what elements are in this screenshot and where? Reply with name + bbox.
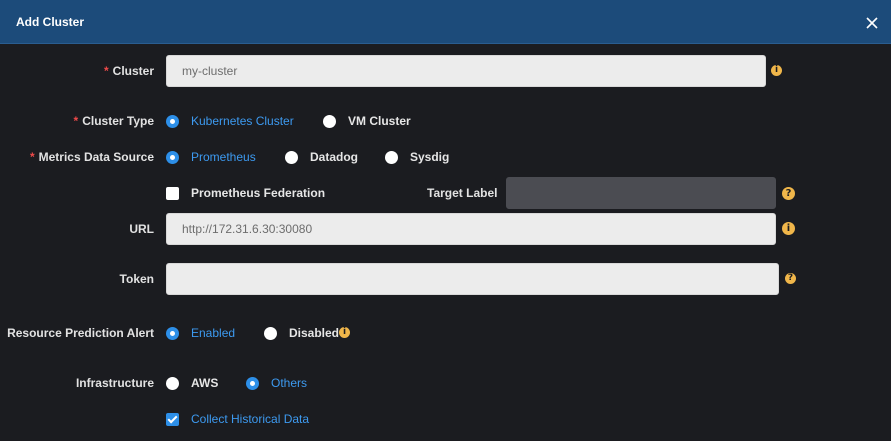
radio-label: AWS [191, 376, 219, 390]
prediction-alert-label: Resource Prediction Alert [7, 326, 154, 340]
required-mark: * [29, 150, 35, 164]
radio-aws[interactable]: AWS [166, 376, 218, 390]
radio-label: Prometheus [191, 150, 256, 164]
radio-unselected-icon [285, 150, 298, 164]
cluster-type-label: * Cluster Type [74, 114, 154, 128]
metrics-source-row: * Metrics Data Source Prometheus Datadog … [0, 142, 891, 172]
radio-kubernetes-cluster[interactable]: Kubernetes Cluster [166, 114, 294, 128]
help-icon[interactable]: ? [785, 273, 796, 284]
url-input[interactable] [166, 213, 776, 245]
radio-selected-icon [166, 326, 179, 340]
radio-label: Sysdig [410, 150, 450, 164]
cluster-label: * Cluster [104, 64, 154, 78]
radio-sysdig[interactable]: Sysdig [385, 150, 449, 164]
radio-label: Kubernetes Cluster [191, 114, 294, 128]
help-icon[interactable]: ? [782, 187, 795, 200]
close-icon[interactable] [864, 15, 880, 31]
radio-enabled[interactable]: Enabled [166, 326, 235, 340]
prometheus-federation-checkbox[interactable]: Prometheus Federation [166, 186, 325, 200]
target-label-input[interactable] [506, 177, 776, 209]
cluster-type-row: * Cluster Type Kubernetes Cluster VM Clus… [0, 106, 891, 136]
radio-unselected-icon [264, 326, 277, 340]
radio-unselected-icon [385, 150, 398, 164]
required-mark: * [103, 64, 109, 78]
checkbox-checked-icon [166, 412, 179, 426]
token-input[interactable] [166, 263, 779, 295]
radio-disabled[interactable]: Disabled [264, 326, 339, 340]
info-icon[interactable]: i [339, 327, 350, 338]
dialog-title: Add Cluster [16, 15, 85, 29]
radio-selected-icon [166, 150, 179, 164]
cluster-row: *Cluster i [0, 55, 891, 87]
radio-label: Datadog [310, 150, 358, 164]
info-icon[interactable]: i [782, 222, 795, 235]
radio-selected-icon [166, 114, 179, 128]
historical-row: Collect Historical Data [0, 404, 891, 434]
token-label: Token [119, 272, 154, 286]
radio-others[interactable]: Others [246, 376, 307, 390]
token-row: Token ? [0, 263, 891, 295]
infrastructure-label: Infrastructure [75, 376, 154, 390]
radio-datadog[interactable]: Datadog [285, 150, 358, 164]
radio-label: VM Cluster [348, 114, 411, 128]
radio-unselected-icon [323, 114, 336, 128]
required-mark: * [73, 114, 79, 128]
radio-unselected-icon [166, 376, 179, 390]
cluster-label-text: Cluster [112, 64, 154, 78]
url-label: URL [129, 222, 154, 236]
infrastructure-row: Infrastructure AWS Others [0, 368, 891, 398]
radio-vm-cluster[interactable]: VM Cluster [323, 114, 411, 128]
checkbox-label: Collect Historical Data [191, 412, 310, 426]
radio-prometheus[interactable]: Prometheus [166, 150, 256, 164]
radio-label: Others [271, 376, 308, 390]
metrics-source-label-text: Metrics Data Source [38, 150, 154, 164]
url-row: URL i [0, 213, 891, 245]
cluster-name-input[interactable] [166, 55, 766, 87]
checkbox-label: Prometheus Federation [191, 186, 326, 200]
federation-row: Prometheus Federation Target Label ? [0, 177, 891, 209]
radio-selected-icon [246, 376, 259, 390]
collect-historical-data-checkbox[interactable]: Collect Historical Data [166, 412, 309, 426]
radio-label: Enabled [191, 326, 236, 340]
target-label-label: Target Label [427, 186, 498, 200]
prediction-alert-row: Resource Prediction Alert Enabled Disabl… [0, 318, 891, 348]
checkbox-unchecked-icon [166, 186, 179, 200]
radio-label: Disabled [289, 326, 340, 340]
dialog-header: Add Cluster [0, 0, 891, 44]
cluster-type-label-text: Cluster Type [82, 114, 154, 128]
metrics-source-label: * Metrics Data Source [30, 150, 154, 164]
info-icon[interactable]: i [771, 65, 782, 76]
